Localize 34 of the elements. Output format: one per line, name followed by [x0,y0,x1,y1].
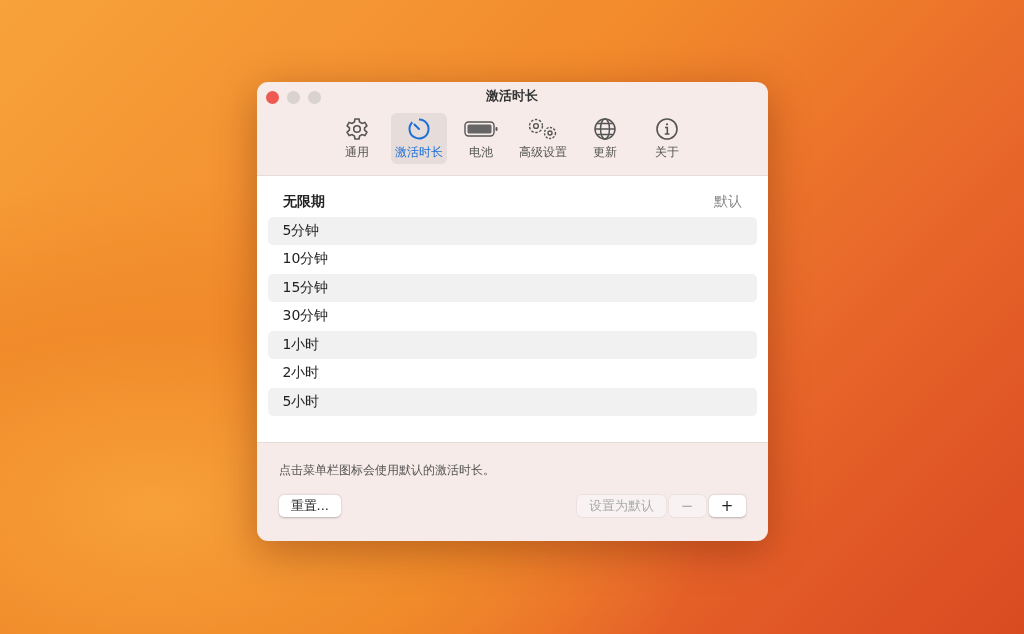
duration-row[interactable]: 无限期 默认 [267,188,757,217]
duration-row[interactable]: 5分钟 [267,216,757,245]
duration-label: 10分钟 [282,250,329,269]
toolbar-tab[interactable]: 关于 [639,113,695,164]
toolbar-tab[interactable]: 更新 [577,113,633,164]
duration-label: 5分钟 [282,221,320,240]
default-label: 默认 [713,193,742,212]
duration-label: 5小时 [282,392,320,411]
window-title: 激活时长 [486,87,538,105]
duration-row[interactable]: 1小时 [267,330,757,359]
info-icon [655,117,679,141]
duration-row[interactable]: 30分钟 [267,302,757,331]
duration-row[interactable]: 2小时 [267,359,757,388]
duration-row[interactable]: 10分钟 [267,245,757,274]
toolbar-tab[interactable]: 高级设置 [515,113,571,164]
close-button[interactable] [265,91,279,104]
toolbar-tab[interactable]: 电池 [453,113,509,164]
zoom-button[interactable] [307,91,321,104]
duration-label: 2小时 [282,364,320,383]
duration-row[interactable]: 15分钟 [267,273,757,302]
minimize-button[interactable] [286,91,300,104]
toolbar-tab[interactable]: 通用 [329,113,385,164]
gear-icon [345,117,369,141]
timer-icon [407,117,431,141]
duration-label: 15分钟 [282,278,329,297]
duration-label: 无限期 [282,193,325,212]
add-button[interactable]: + [708,495,746,517]
duration-label: 1小时 [282,335,320,354]
globe-icon [593,117,617,141]
hint-text: 点击菜单栏图标会使用默认的激活时长。 [278,463,496,478]
reset-button[interactable]: 重置... [278,495,341,517]
toolbar-tab[interactable]: 激活时长 [391,113,447,164]
duration-row[interactable]: 5小时 [267,387,757,416]
duration-label: 30分钟 [282,307,329,326]
